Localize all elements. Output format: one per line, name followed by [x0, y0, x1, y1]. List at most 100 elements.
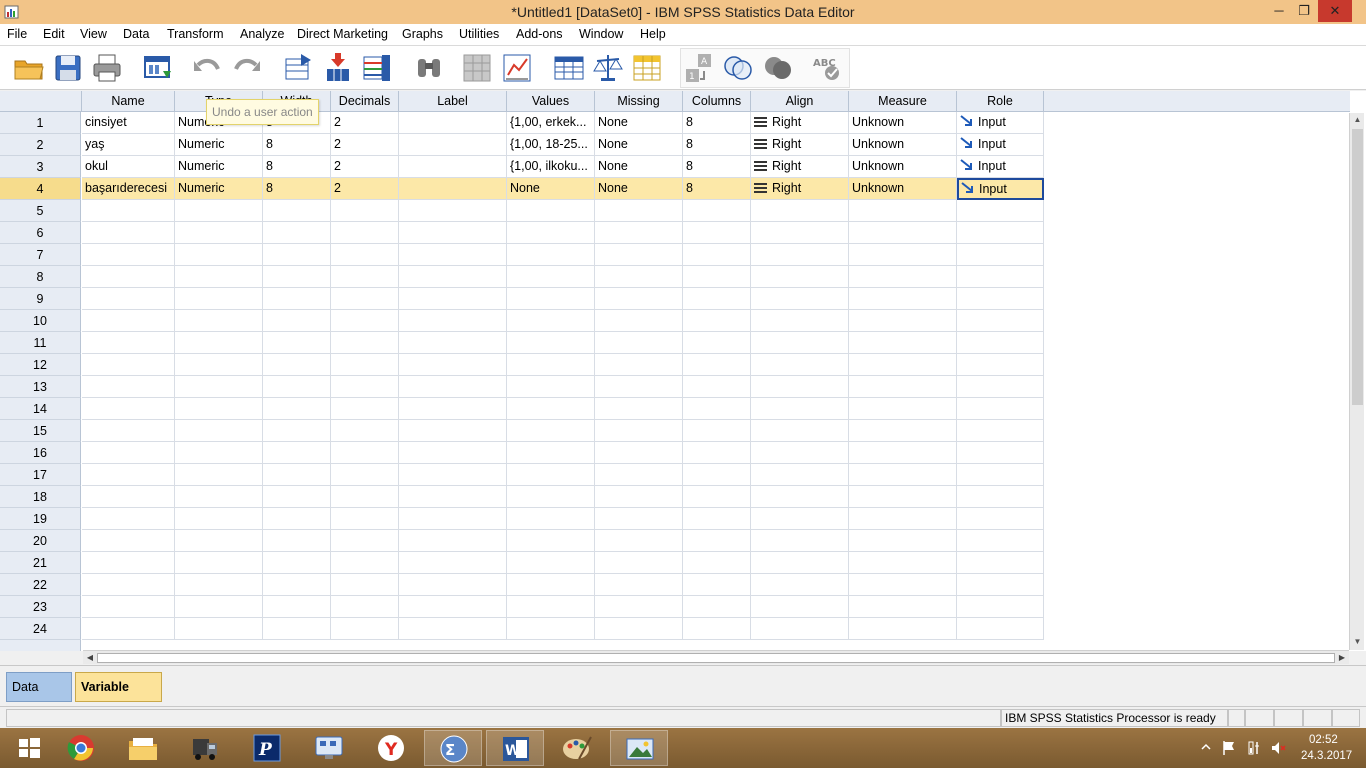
- empty-cell[interactable]: [175, 596, 263, 618]
- empty-cell[interactable]: [507, 266, 595, 288]
- empty-cell[interactable]: [331, 266, 399, 288]
- empty-cell[interactable]: [849, 244, 957, 266]
- empty-cell[interactable]: [331, 464, 399, 486]
- empty-cell[interactable]: [683, 486, 751, 508]
- cell-decimals[interactable]: 2: [331, 156, 399, 178]
- recall-dialog-icon[interactable]: [141, 51, 175, 85]
- cell-name[interactable]: yaş: [82, 134, 175, 156]
- row-header[interactable]: 17: [0, 464, 81, 486]
- cell-measure[interactable]: Unknown: [849, 112, 957, 134]
- value-labels-icon[interactable]: A1: [682, 51, 716, 85]
- empty-cell[interactable]: [751, 376, 849, 398]
- scroll-down-arrow-icon[interactable]: ▼: [1350, 635, 1365, 649]
- empty-cell[interactable]: [751, 464, 849, 486]
- empty-cell[interactable]: [507, 552, 595, 574]
- data-table-icon[interactable]: [552, 51, 586, 85]
- empty-cell[interactable]: [82, 200, 175, 222]
- empty-cell[interactable]: [595, 332, 683, 354]
- empty-cell[interactable]: [849, 552, 957, 574]
- column-header-label[interactable]: Label: [399, 91, 507, 112]
- empty-cell[interactable]: [849, 442, 957, 464]
- scroll-left-arrow-icon[interactable]: ◀: [83, 651, 97, 665]
- cell-width[interactable]: 8: [263, 178, 331, 200]
- taskbar-chrome[interactable]: [52, 730, 110, 766]
- empty-cell[interactable]: [957, 574, 1044, 596]
- empty-cell[interactable]: [399, 376, 507, 398]
- show-all-variables-icon[interactable]: [761, 51, 795, 85]
- menu-window[interactable]: Window: [579, 27, 623, 41]
- scroll-up-arrow-icon[interactable]: ▲: [1350, 113, 1365, 127]
- empty-cell[interactable]: [331, 200, 399, 222]
- menu-direct-marketing[interactable]: Direct Marketing: [297, 27, 388, 41]
- row-header[interactable]: 12: [0, 354, 81, 376]
- empty-cell[interactable]: [507, 288, 595, 310]
- empty-cell[interactable]: [507, 442, 595, 464]
- start-button[interactable]: [0, 730, 58, 766]
- empty-cell[interactable]: [507, 464, 595, 486]
- empty-cell[interactable]: [331, 288, 399, 310]
- empty-cell[interactable]: [175, 618, 263, 640]
- cell-role[interactable]: Input: [957, 156, 1044, 178]
- empty-cell[interactable]: [683, 442, 751, 464]
- tab-data-view[interactable]: Data View: [6, 672, 72, 722]
- empty-cell[interactable]: [595, 420, 683, 442]
- cell-missing[interactable]: None: [595, 134, 683, 156]
- empty-cell[interactable]: [849, 332, 957, 354]
- cell-columns[interactable]: 8: [683, 112, 751, 134]
- taskbar-yandex[interactable]: Y: [362, 730, 420, 766]
- empty-cell[interactable]: [82, 398, 175, 420]
- empty-cell[interactable]: [82, 442, 175, 464]
- empty-cell[interactable]: [507, 618, 595, 640]
- menu-view[interactable]: View: [80, 27, 107, 41]
- column-header-columns[interactable]: Columns: [683, 91, 751, 112]
- empty-cell[interactable]: [751, 200, 849, 222]
- show-hidden-icons-icon[interactable]: [1201, 742, 1211, 752]
- cell-columns[interactable]: 8: [683, 178, 751, 200]
- cell-decimals[interactable]: 2: [331, 112, 399, 134]
- empty-cell[interactable]: [683, 530, 751, 552]
- empty-cell[interactable]: [595, 442, 683, 464]
- empty-cell[interactable]: [331, 596, 399, 618]
- empty-cell[interactable]: [175, 332, 263, 354]
- volume-muted-icon[interactable]: [1270, 740, 1286, 756]
- empty-cell[interactable]: [82, 552, 175, 574]
- action-center-flag-icon[interactable]: [1222, 740, 1236, 756]
- empty-cell[interactable]: [849, 464, 957, 486]
- empty-cell[interactable]: [751, 266, 849, 288]
- empty-cell[interactable]: [957, 266, 1044, 288]
- undo-icon[interactable]: [190, 51, 224, 85]
- empty-cell[interactable]: [595, 222, 683, 244]
- cell-type[interactable]: Numeric: [175, 134, 263, 156]
- tab-variable-view[interactable]: Variable View: [75, 672, 162, 722]
- empty-cell[interactable]: [683, 376, 751, 398]
- split-file-icon[interactable]: [630, 51, 664, 85]
- empty-cell[interactable]: [82, 596, 175, 618]
- empty-cell[interactable]: [751, 332, 849, 354]
- empty-cell[interactable]: [957, 618, 1044, 640]
- empty-cell[interactable]: [683, 310, 751, 332]
- empty-cell[interactable]: [507, 222, 595, 244]
- cell-label[interactable]: [399, 178, 507, 200]
- taskbar-spss[interactable]: Σ: [424, 730, 482, 766]
- empty-cell[interactable]: [399, 574, 507, 596]
- empty-cell[interactable]: [683, 288, 751, 310]
- empty-cell[interactable]: [683, 508, 751, 530]
- empty-cell[interactable]: [595, 596, 683, 618]
- row-header[interactable]: 1: [0, 112, 81, 134]
- taskbar-network-app[interactable]: [300, 730, 358, 766]
- cell-measure[interactable]: Unknown: [849, 134, 957, 156]
- empty-cell[interactable]: [399, 222, 507, 244]
- empty-cell[interactable]: [399, 354, 507, 376]
- empty-cell[interactable]: [175, 354, 263, 376]
- empty-cell[interactable]: [849, 310, 957, 332]
- insert-cases-icon[interactable]: [460, 51, 494, 85]
- empty-cell[interactable]: [263, 442, 331, 464]
- row-header[interactable]: 22: [0, 574, 81, 596]
- weight-cases-scale-icon[interactable]: [591, 51, 625, 85]
- cell-label[interactable]: [399, 156, 507, 178]
- taskbar-paint[interactable]: [548, 730, 606, 766]
- grid-corner[interactable]: [0, 91, 82, 112]
- empty-cell[interactable]: [957, 530, 1044, 552]
- empty-cell[interactable]: [507, 200, 595, 222]
- cell-width[interactable]: 8: [263, 156, 331, 178]
